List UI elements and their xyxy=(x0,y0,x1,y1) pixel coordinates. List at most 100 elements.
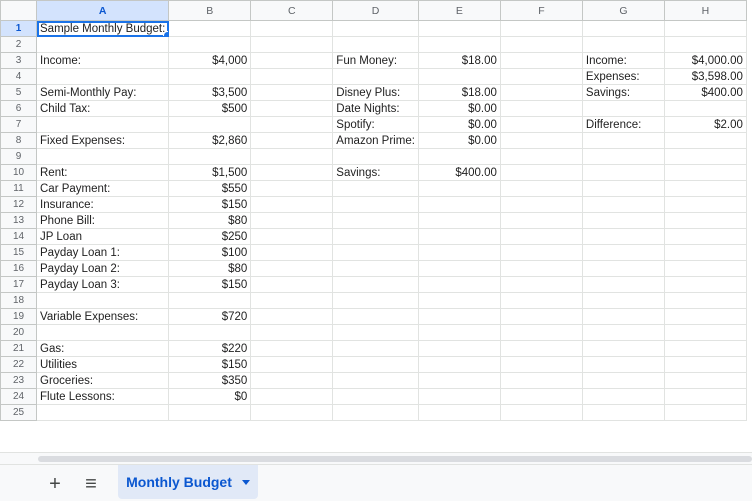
cell-h13[interactable] xyxy=(663,212,747,229)
row-header[interactable]: 18 xyxy=(0,292,37,309)
cell-e25[interactable] xyxy=(417,404,501,421)
cell-h25[interactable] xyxy=(663,404,747,421)
cell-e16[interactable] xyxy=(417,260,501,277)
column-header-h[interactable]: H xyxy=(663,0,747,21)
cell-c20[interactable] xyxy=(250,324,334,341)
row-header[interactable]: 8 xyxy=(0,132,37,149)
row-header[interactable]: 23 xyxy=(0,372,37,389)
cell-b3[interactable]: $4,000 xyxy=(168,52,252,69)
row-header[interactable]: 11 xyxy=(0,180,37,197)
cell-c19[interactable] xyxy=(250,308,334,325)
cell-table[interactable]: A B C D E F G H 1 Sample Monthly Budget: 2… xyxy=(0,0,747,421)
row-header[interactable]: 16 xyxy=(0,260,37,277)
cell-f8[interactable] xyxy=(499,132,583,149)
cell-g17[interactable] xyxy=(581,276,665,293)
row-header[interactable]: 9 xyxy=(0,148,37,165)
cell-b5[interactable]: $3,500 xyxy=(168,84,252,101)
cell-c16[interactable] xyxy=(250,260,334,277)
cell-d24[interactable] xyxy=(332,388,419,405)
cell-b15[interactable]: $100 xyxy=(168,244,252,261)
cell-g24[interactable] xyxy=(581,388,665,405)
cell-b21[interactable]: $220 xyxy=(168,340,252,357)
cell-a3[interactable]: Income: xyxy=(35,52,170,69)
row-header[interactable]: 25 xyxy=(0,404,37,421)
cell-h20[interactable] xyxy=(663,324,747,341)
cell-a15[interactable]: Payday Loan 1: xyxy=(35,244,170,261)
cell-e22[interactable] xyxy=(417,356,501,373)
cell-c24[interactable] xyxy=(250,388,334,405)
cell-e13[interactable] xyxy=(417,212,501,229)
cell-a16[interactable]: Payday Loan 2: xyxy=(35,260,170,277)
cell-f14[interactable] xyxy=(499,228,583,245)
row-header[interactable]: 20 xyxy=(0,324,37,341)
cell-h3[interactable]: $4,000.00 xyxy=(663,52,747,69)
cell-c14[interactable] xyxy=(250,228,334,245)
cell-h16[interactable] xyxy=(663,260,747,277)
cell-c2[interactable] xyxy=(250,36,334,53)
cell-b8[interactable]: $2,860 xyxy=(168,132,252,149)
cell-a24[interactable]: Flute Lessons: xyxy=(35,388,170,405)
cell-e10[interactable]: $400.00 xyxy=(417,164,501,181)
cell-h5[interactable]: $400.00 xyxy=(663,84,747,101)
cell-d7[interactable]: Spotify: xyxy=(332,116,419,133)
cell-g13[interactable] xyxy=(581,212,665,229)
cell-b25[interactable] xyxy=(168,404,252,421)
sheet-tab-monthly-budget[interactable]: Monthly Budget xyxy=(118,465,258,499)
cell-d13[interactable] xyxy=(332,212,419,229)
cell-c13[interactable] xyxy=(250,212,334,229)
cell-f5[interactable] xyxy=(499,84,583,101)
cell-g4[interactable]: Expenses: xyxy=(581,68,665,85)
row-header[interactable]: 3 xyxy=(0,52,37,69)
cell-a2[interactable] xyxy=(35,36,170,53)
cell-a25[interactable] xyxy=(35,404,170,421)
cell-g2[interactable] xyxy=(581,36,665,53)
cell-f17[interactable] xyxy=(499,276,583,293)
cell-g19[interactable] xyxy=(581,308,665,325)
row-header[interactable]: 14 xyxy=(0,228,37,245)
cell-b19[interactable]: $720 xyxy=(168,308,252,325)
row-header[interactable]: 2 xyxy=(0,36,37,53)
cell-c17[interactable] xyxy=(250,276,334,293)
cell-e21[interactable] xyxy=(417,340,501,357)
cell-e14[interactable] xyxy=(417,228,501,245)
cell-a7[interactable] xyxy=(35,116,170,133)
cell-c3[interactable] xyxy=(250,52,334,69)
cell-g18[interactable] xyxy=(581,292,665,309)
cell-c11[interactable] xyxy=(250,180,334,197)
cell-g7[interactable]: Difference: xyxy=(581,116,665,133)
cell-e5[interactable]: $18.00 xyxy=(417,84,501,101)
cell-b18[interactable] xyxy=(168,292,252,309)
column-header-e[interactable]: E xyxy=(417,0,501,21)
cell-e12[interactable] xyxy=(417,196,501,213)
cell-h12[interactable] xyxy=(663,196,747,213)
cell-b2[interactable] xyxy=(168,36,252,53)
cell-a5[interactable]: Semi-Monthly Pay: xyxy=(35,84,170,101)
cell-b12[interactable]: $150 xyxy=(168,196,252,213)
cell-f12[interactable] xyxy=(499,196,583,213)
row-header[interactable]: 13 xyxy=(0,212,37,229)
row-header[interactable]: 4 xyxy=(0,68,37,85)
cell-b1[interactable] xyxy=(168,20,252,37)
cell-f16[interactable] xyxy=(499,260,583,277)
cell-e15[interactable] xyxy=(417,244,501,261)
cell-d3[interactable]: Fun Money: xyxy=(332,52,419,69)
select-all-corner[interactable] xyxy=(0,0,37,21)
cell-b16[interactable]: $80 xyxy=(168,260,252,277)
cell-c23[interactable] xyxy=(250,372,334,389)
cell-f15[interactable] xyxy=(499,244,583,261)
cell-e1[interactable] xyxy=(417,20,501,37)
cell-h2[interactable] xyxy=(663,36,747,53)
cell-h10[interactable] xyxy=(663,164,747,181)
row-header[interactable]: 5 xyxy=(0,84,37,101)
cell-d6[interactable]: Date Nights: xyxy=(332,100,419,117)
cell-a11[interactable]: Car Payment: xyxy=(35,180,170,197)
cell-e19[interactable] xyxy=(417,308,501,325)
cell-b23[interactable]: $350 xyxy=(168,372,252,389)
cell-d23[interactable] xyxy=(332,372,419,389)
column-header-b[interactable]: B xyxy=(168,0,252,21)
cell-g3[interactable]: Income: xyxy=(581,52,665,69)
cell-d10[interactable]: Savings: xyxy=(332,164,419,181)
cell-d2[interactable] xyxy=(332,36,419,53)
scrollbar-thumb[interactable] xyxy=(38,456,752,462)
cell-g5[interactable]: Savings: xyxy=(581,84,665,101)
